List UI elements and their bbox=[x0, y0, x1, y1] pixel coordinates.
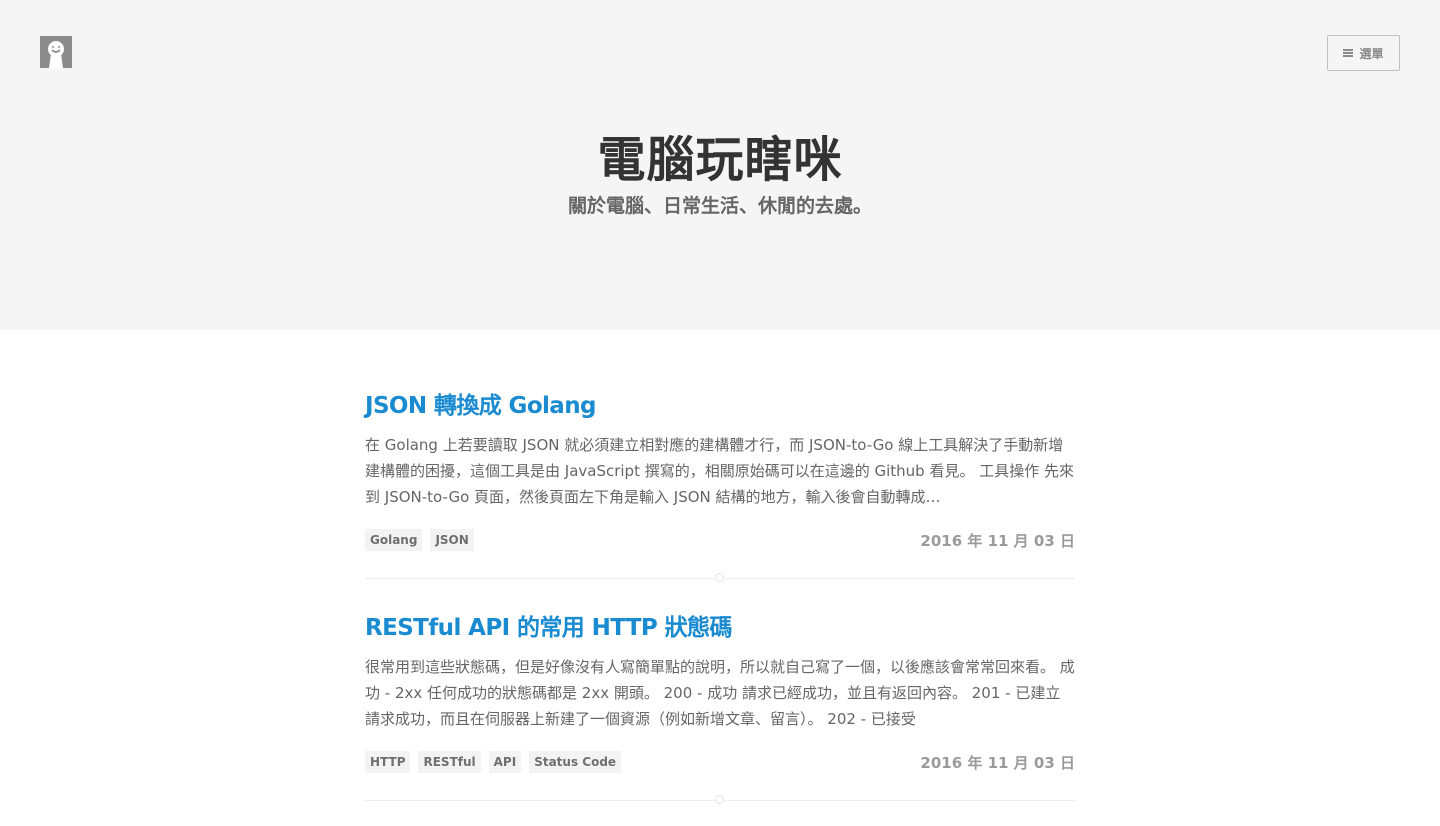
post-date: 2016 年 11 月 03 日 bbox=[920, 753, 1075, 772]
post-meta: Golang JSON 2016 年 11 月 03 日 bbox=[365, 528, 1075, 552]
tag-restful[interactable]: RESTful bbox=[418, 751, 481, 773]
tag-json[interactable]: JSON bbox=[430, 529, 474, 551]
post-feed: JSON 轉換成 Golang 在 Golang 上若要讀取 JSON 就必須建… bbox=[365, 330, 1075, 804]
post-divider bbox=[365, 573, 1075, 582]
post-title-link[interactable]: RESTful API 的常用 HTTP 狀態碼 bbox=[365, 610, 1075, 646]
post-excerpt: 很常用到這些狀態碼，但是好像沒有人寫簡單點的說明，所以就自己寫了一個，以後應該會… bbox=[365, 658, 1075, 728]
tag-api[interactable]: API bbox=[488, 751, 522, 773]
site-header: 選單 電腦玩瞎咪 關於電腦、日常生活、休閒的去處。 bbox=[0, 0, 1440, 330]
tag-status-code[interactable]: Status Code bbox=[529, 751, 622, 773]
post-card: RESTful API 的常用 HTTP 狀態碼 很常用到這些狀態碼，但是好像沒… bbox=[365, 610, 1075, 774]
site-title: 電腦玩瞎咪 bbox=[597, 132, 843, 188]
site-description: 關於電腦、日常生活、休閒的去處。 bbox=[567, 195, 872, 217]
divider-dot bbox=[715, 795, 724, 804]
post-date: 2016 年 11 月 03 日 bbox=[920, 531, 1075, 550]
menu-button[interactable]: 選單 bbox=[1327, 35, 1400, 71]
post-divider bbox=[365, 795, 1075, 804]
post-meta: HTTP RESTful API Status Code 2016 年 11 月… bbox=[365, 750, 1075, 774]
post-card: JSON 轉換成 Golang 在 Golang 上若要讀取 JSON 就必須建… bbox=[365, 388, 1075, 552]
divider-dot bbox=[715, 573, 724, 582]
post-tags: HTTP RESTful API Status Code bbox=[365, 751, 622, 773]
post-excerpt: 在 Golang 上若要讀取 JSON 就必須建立相對應的建構體才行，而 JSO… bbox=[365, 436, 1075, 506]
tag-http[interactable]: HTTP bbox=[365, 751, 411, 773]
menu-button-label: 選單 bbox=[1359, 46, 1384, 61]
post-title-link[interactable]: JSON 轉換成 Golang bbox=[365, 388, 1075, 424]
hamburger-icon bbox=[1343, 49, 1354, 57]
avatar-icon[interactable] bbox=[40, 36, 72, 68]
tag-golang[interactable]: Golang bbox=[365, 529, 423, 551]
post-tags: Golang JSON bbox=[365, 529, 474, 551]
